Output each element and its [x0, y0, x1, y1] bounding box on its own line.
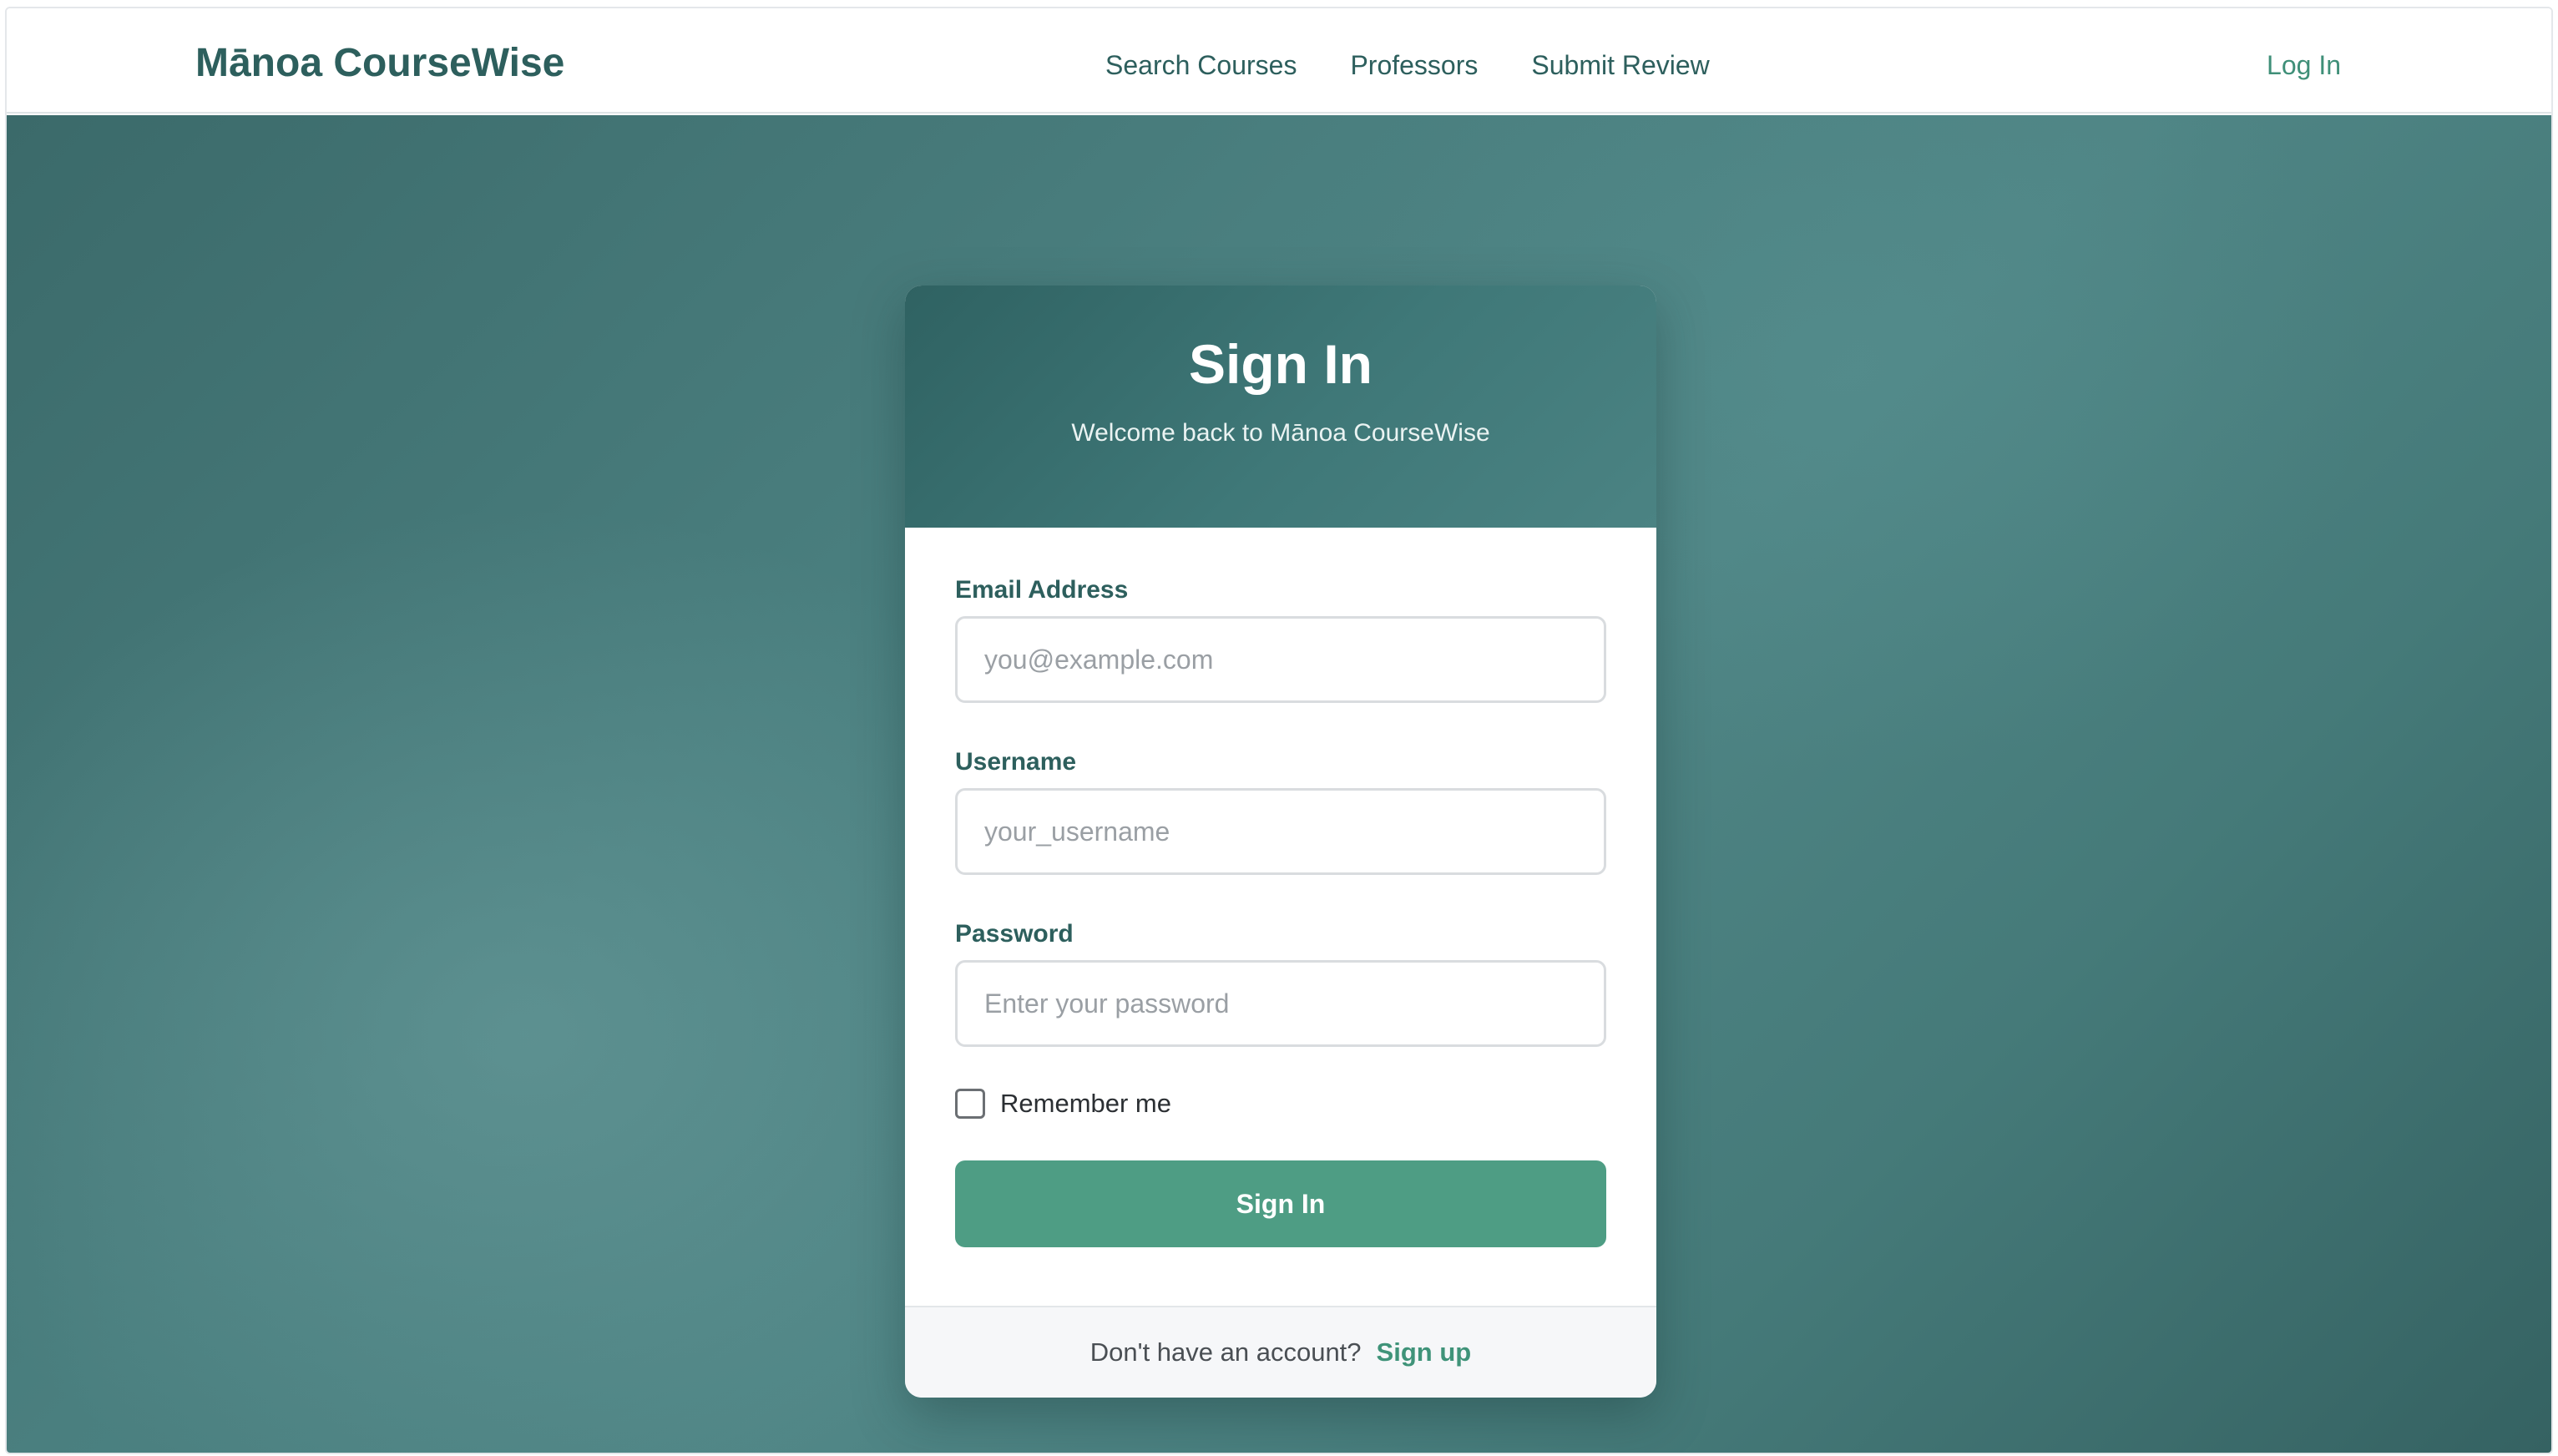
signup-prompt: Don't have an account?	[1089, 1337, 1362, 1367]
remember-me-checkbox[interactable]	[955, 1089, 985, 1119]
browser-viewport: Mānoa CourseWise Search Courses Professo…	[5, 7, 2553, 1454]
signin-card: Sign In Welcome back to Mānoa CourseWise…	[905, 286, 1656, 1398]
brand-logo[interactable]: Mānoa CourseWise	[195, 40, 564, 86]
email-field[interactable]	[955, 616, 1606, 703]
username-label: Username	[955, 748, 1077, 776]
remember-me-row: Remember me	[955, 1089, 1171, 1119]
signin-title: Sign In	[1189, 333, 1373, 395]
hero-background: Sign In Welcome back to Mānoa CourseWise…	[7, 115, 2551, 1453]
nav-links: Search Courses Professors Submit Review	[1105, 50, 1710, 81]
email-label: Email Address	[955, 576, 1129, 604]
signin-subtitle: Welcome back to Mānoa CourseWise	[1071, 419, 1490, 447]
login-link[interactable]: Log In	[2267, 50, 2341, 81]
signin-card-footer: Don't have an account? Sign up	[905, 1306, 1656, 1398]
top-navbar: Mānoa CourseWise Search Courses Professo…	[7, 8, 2551, 114]
nav-link-search-courses[interactable]: Search Courses	[1105, 50, 1297, 81]
signin-card-header: Sign In Welcome back to Mānoa CourseWise	[905, 286, 1656, 528]
signin-button[interactable]: Sign In	[955, 1160, 1606, 1247]
remember-me-label[interactable]: Remember me	[1000, 1089, 1171, 1119]
signup-link[interactable]: Sign up	[1377, 1337, 1472, 1368]
nav-link-submit-review[interactable]: Submit Review	[1531, 50, 1709, 81]
nav-link-professors[interactable]: Professors	[1350, 50, 1478, 81]
username-field[interactable]	[955, 788, 1606, 875]
password-label: Password	[955, 920, 1074, 948]
password-field[interactable]	[955, 960, 1606, 1047]
